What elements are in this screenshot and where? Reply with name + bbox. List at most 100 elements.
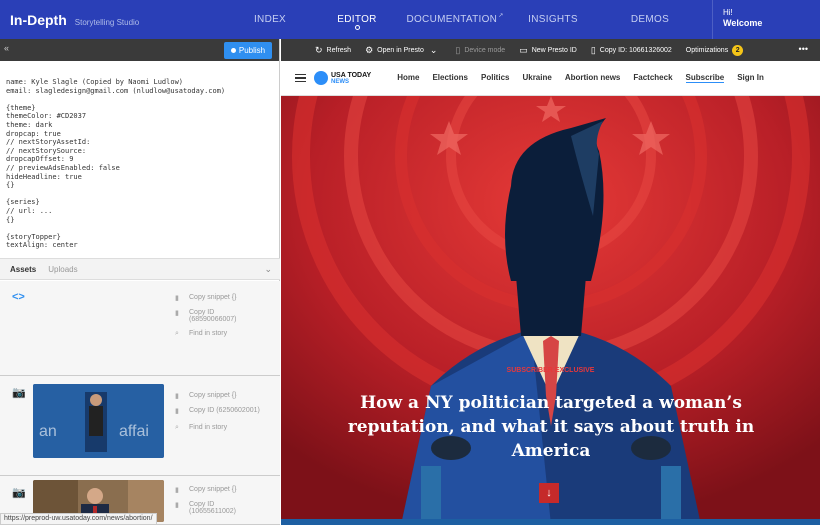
code-icon: <> — [12, 291, 25, 303]
open-in-presto-button[interactable]: ⚙ Open in Presto ⌄ — [365, 45, 441, 56]
code-line: {series} — [6, 198, 40, 207]
welcome-menu[interactable]: Hi! Welcome — [712, 0, 820, 39]
copy-id-button[interactable]: ▮ Copy ID (10655611002) — [175, 501, 236, 515]
tab-uploads[interactable]: Uploads — [48, 265, 77, 274]
device-mode-label: Device mode — [464, 46, 506, 54]
status-url: https://preprod-uw.usatoday.com/news/abo… — [0, 513, 157, 525]
logo-circle-icon — [314, 71, 328, 85]
site-header: USA TODAY NEWS Home Elections Politics U… — [281, 61, 820, 96]
device-mode-button[interactable]: ▯ Device mode — [455, 45, 505, 56]
more-icon[interactable]: ••• — [799, 44, 808, 54]
camera-icon: 📷 — [12, 387, 26, 399]
brand-tagline: Storytelling Studio — [74, 17, 140, 27]
new-presto-id-button[interactable]: ▭ New Presto ID — [519, 45, 577, 56]
site-nav-subscribe[interactable]: Subscribe — [685, 73, 725, 83]
nav-editor-label: EDITOR — [337, 14, 377, 25]
search-icon: ⌕ — [175, 330, 179, 337]
find-in-story-button[interactable]: ⌕ Find in story — [175, 330, 237, 338]
code-line: {} — [6, 215, 15, 224]
svg-text:an: an — [39, 423, 57, 440]
hamburger-icon[interactable] — [295, 72, 306, 85]
site-nav-abortion-news[interactable]: Abortion news — [565, 73, 621, 83]
nav-insights[interactable]: INSIGHTS — [506, 0, 600, 39]
copy-icon: ▮ — [175, 393, 179, 400]
nav-demos[interactable]: DEMOS — [600, 0, 700, 39]
phone-icon: ▯ — [455, 44, 461, 55]
gear-icon: ⚙ — [365, 44, 374, 55]
refresh-label: Refresh — [326, 46, 352, 54]
optimizations-badge: 2 — [732, 44, 744, 56]
asset-item: <> ▮ Copy snippet {} ▮ Copy ID (6859006600… — [0, 281, 280, 376]
site-nav-politics[interactable]: Politics — [481, 73, 509, 83]
code-line: textAlign: center — [6, 241, 78, 250]
find-in-story-label: Find in story — [189, 330, 228, 337]
collapse-icon[interactable]: « — [4, 43, 9, 53]
svg-text:affai: affai — [119, 423, 149, 440]
story-hero: SUBSCRIBER EXCLUSIVE How a NY politician… — [281, 96, 820, 525]
brand[interactable]: In-Depth Storytelling Studio — [0, 12, 230, 28]
chevron-down-icon[interactable]: ⌄ — [264, 264, 272, 275]
copy-snippet-label: Copy snippet {} — [189, 486, 237, 493]
site-nav-sign-in[interactable]: Sign In — [737, 73, 764, 83]
code-line: {theme} — [6, 103, 36, 112]
code-line: themeColor: #CD2037 — [6, 112, 87, 121]
site-nav-factcheck[interactable]: Factcheck — [633, 73, 672, 83]
story-kicker: SUBSCRIBER EXCLUSIVE — [506, 367, 595, 374]
nav-index[interactable]: INDEX — [230, 0, 310, 39]
code-line: // nextStorySource: — [6, 146, 87, 155]
site-nav-ukraine[interactable]: Ukraine — [522, 73, 551, 83]
copy-snippet-label: Copy snippet {} — [189, 392, 237, 399]
search-icon: ⌕ — [175, 424, 179, 431]
copy-snippet-label: Copy snippet {} — [189, 294, 237, 301]
logo-line2: NEWS — [331, 78, 349, 85]
nav-documentation-label: DOCUMENTATION — [406, 14, 498, 25]
copy-snippet-button[interactable]: ▮ Copy snippet {} — [175, 294, 237, 302]
logo-line1: USA TODAY — [331, 71, 372, 79]
code-line: // url: ... — [6, 206, 53, 215]
copy-id-button[interactable]: ▮ Copy ID (6250602001) — [175, 407, 260, 415]
top-nav: In-Depth Storytelling Studio INDEX EDITO… — [0, 0, 820, 39]
publish-dot-icon — [230, 48, 236, 53]
code-line: // nextStoryAssetId: — [6, 138, 91, 147]
publish-button[interactable]: Publish — [224, 42, 272, 59]
tab-assets[interactable]: Assets — [10, 265, 36, 274]
arrow-down-icon[interactable]: ↓ — [539, 483, 559, 503]
code-editor[interactable]: name: Kyle Slagle (Copied by Naomi Ludlo… — [0, 61, 280, 257]
copy-id-label: Copy ID (10655611002) — [189, 501, 236, 515]
site-nav-elections[interactable]: Elections — [432, 73, 468, 83]
external-link-icon: ↗ — [498, 13, 504, 19]
code-line: {} — [6, 181, 15, 190]
preview-toolbar: ↻ Refresh ⚙ Open in Presto ⌄ ▯ Device mode ▭… — [281, 39, 820, 61]
find-in-story-button[interactable]: ⌕ Find in story — [175, 424, 260, 432]
editor-panel: « Publish name: Kyle Slagle (Copied by N… — [0, 39, 280, 525]
optimizations-label: Optimizations — [685, 46, 729, 54]
copy-id-button[interactable]: ▮ Copy ID (68590066007) — [175, 309, 237, 323]
refresh-button[interactable]: ↻ Refresh — [315, 45, 351, 56]
copy-icon: ▮ — [175, 408, 179, 415]
asset-thumbnail[interactable]: an affai — [33, 384, 164, 458]
copy-icon: ▮ — [175, 295, 179, 302]
copy-id-label: Copy ID (6250602001) — [189, 407, 260, 414]
new-presto-id-label: New Presto ID — [531, 46, 577, 54]
nav-documentation[interactable]: DOCUMENTATION ↗ — [404, 0, 506, 39]
code-line: hideHeadline: true — [6, 172, 82, 181]
welcome-hi: Hi! — [723, 8, 733, 17]
usatoday-logo[interactable]: USA TODAY NEWS — [314, 71, 371, 85]
assets-header: Assets Uploads ⌄ — [0, 258, 280, 280]
brand-name: In-Depth — [10, 11, 67, 28]
copy-snippet-button[interactable]: ▮ Copy snippet {} — [175, 392, 260, 400]
site-nav-home[interactable]: Home — [397, 73, 419, 83]
code-line: // previewAdsEnabled: false — [6, 163, 120, 172]
copy-id-button[interactable]: ▯ Copy ID: 10661326002 — [591, 45, 672, 56]
asset-item: 📷 an affai ▮ Copy snippet {} ▮ Copy ID (62… — [0, 376, 280, 476]
copy-icon: ▮ — [175, 502, 179, 509]
nav-editor[interactable]: EDITOR — [310, 0, 404, 39]
optimizations-button[interactable]: Optimizations 2 — [685, 44, 744, 56]
code-line: dropcapOffset: 9 — [6, 155, 74, 164]
copy-icon: ▯ — [590, 44, 596, 55]
chevron-down-icon: ⌄ — [429, 44, 438, 55]
copy-snippet-button[interactable]: ▮ Copy snippet {} — [175, 486, 236, 494]
editor-toolbar: « Publish — [0, 39, 279, 61]
welcome-label: Welcome — [723, 18, 763, 28]
